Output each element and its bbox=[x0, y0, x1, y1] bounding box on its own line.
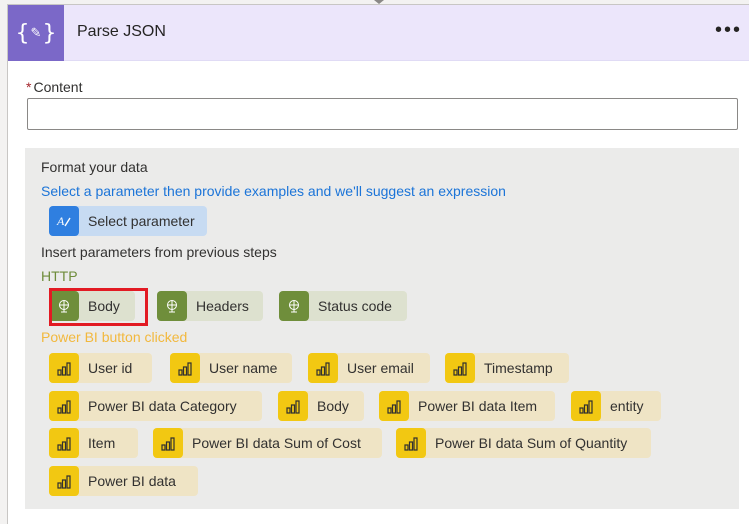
token-powerbi-data-item[interactable]: Power BI data Item bbox=[379, 391, 555, 421]
powerbi-icon bbox=[49, 391, 79, 421]
group-title-powerbi: Power BI button clicked bbox=[41, 329, 188, 345]
parse-json-action-card: {✎} Parse JSON ••• * Content Format your … bbox=[7, 4, 749, 524]
powerbi-icon bbox=[49, 466, 79, 496]
token-entity[interactable]: entity bbox=[571, 391, 661, 421]
token-user-email[interactable]: User email bbox=[308, 353, 430, 383]
token-powerbi-data-sum-of-quantity[interactable]: Power BI data Sum of Quantity bbox=[396, 428, 651, 458]
token-label: User email bbox=[347, 360, 414, 376]
token-label: Power BI data bbox=[88, 473, 176, 489]
token-label: Timestamp bbox=[484, 360, 553, 376]
token-label: Power BI data Item bbox=[418, 398, 538, 414]
insert-parameters-title: Insert parameters from previous steps bbox=[41, 244, 277, 260]
token-http-headers[interactable]: Headers bbox=[157, 291, 263, 321]
parse-json-icon: {✎} bbox=[8, 5, 64, 61]
select-parameter-button[interactable]: A Select parameter bbox=[49, 206, 207, 236]
powerbi-icon bbox=[49, 428, 79, 458]
token-powerbi-data[interactable]: Power BI data bbox=[49, 466, 198, 496]
powerbi-icon bbox=[49, 353, 79, 383]
token-label: User name bbox=[209, 360, 278, 376]
token-label: User id bbox=[88, 360, 133, 376]
required-marker: * bbox=[26, 79, 32, 95]
globe-icon bbox=[279, 291, 309, 321]
token-label: Item bbox=[88, 435, 116, 451]
content-label-text: Content bbox=[33, 79, 83, 95]
token-label: Power BI data Category bbox=[88, 398, 237, 414]
token-label: Headers bbox=[196, 298, 249, 314]
group-title-http: HTTP bbox=[41, 268, 78, 284]
select-parameter-icon: A bbox=[49, 206, 79, 236]
token-label: Power BI data Sum of Cost bbox=[192, 435, 361, 451]
powerbi-icon bbox=[396, 428, 426, 458]
format-data-title: Format your data bbox=[41, 159, 148, 175]
powerbi-icon bbox=[571, 391, 601, 421]
more-options-button[interactable]: ••• bbox=[715, 19, 742, 42]
token-user-id[interactable]: User id bbox=[49, 353, 152, 383]
token-label: Power BI data Sum of Quantity bbox=[435, 435, 628, 451]
globe-icon bbox=[157, 291, 187, 321]
token-item[interactable]: Item bbox=[49, 428, 138, 458]
token-http-status-code[interactable]: Status code bbox=[279, 291, 407, 321]
powerbi-icon bbox=[379, 391, 409, 421]
action-header[interactable]: {✎} Parse JSON ••• bbox=[8, 5, 749, 61]
token-powerbi-data-category[interactable]: Power BI data Category bbox=[49, 391, 262, 421]
token-label: Body bbox=[317, 398, 349, 414]
content-label: * Content bbox=[26, 79, 83, 95]
powerbi-icon bbox=[153, 428, 183, 458]
token-body[interactable]: Body bbox=[278, 391, 364, 421]
dynamic-content-panel: Format your data Select a parameter then… bbox=[25, 148, 739, 509]
powerbi-icon bbox=[308, 353, 338, 383]
powerbi-icon bbox=[170, 353, 200, 383]
token-timestamp[interactable]: Timestamp bbox=[445, 353, 569, 383]
content-input[interactable] bbox=[27, 98, 738, 130]
powerbi-icon bbox=[278, 391, 308, 421]
powerbi-icon bbox=[445, 353, 475, 383]
token-label: entity bbox=[610, 398, 644, 414]
token-user-name[interactable]: User name bbox=[170, 353, 292, 383]
select-parameter-hint[interactable]: Select a parameter then provide examples… bbox=[41, 183, 506, 199]
action-title: Parse JSON bbox=[77, 23, 166, 40]
token-powerbi-data-sum-of-cost[interactable]: Power BI data Sum of Cost bbox=[153, 428, 382, 458]
highlight-box bbox=[49, 288, 148, 326]
svg-text:A: A bbox=[56, 214, 65, 228]
token-label: Status code bbox=[318, 298, 392, 314]
select-parameter-label: Select parameter bbox=[88, 213, 195, 229]
